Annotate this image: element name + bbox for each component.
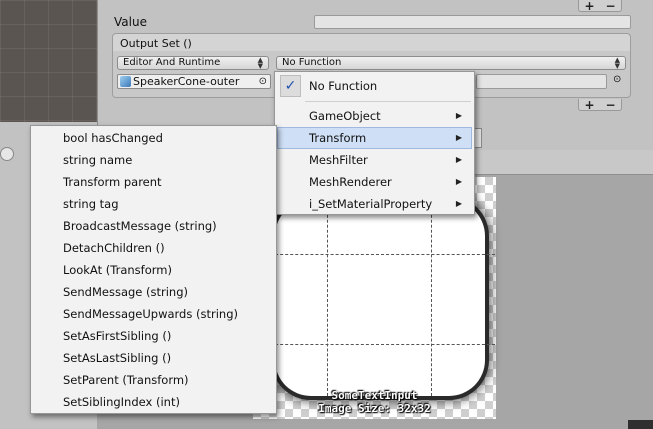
menu-item-label: i_SetMaterialProperty xyxy=(309,197,433,211)
submenu-arrow-icon: ▶ xyxy=(455,111,462,120)
menu-separator xyxy=(305,101,471,102)
scene-grid xyxy=(0,0,97,122)
menu-item-label: No Function xyxy=(309,79,378,93)
toolbar-button-edge[interactable] xyxy=(474,128,482,148)
argument-field[interactable] xyxy=(476,74,607,89)
object-picker-icon[interactable]: ⊙ xyxy=(259,76,267,87)
preview-toolbar xyxy=(475,150,653,175)
updown-arrow-icon: ▲ ▼ xyxy=(614,56,620,70)
menu-item-label: MeshFilter xyxy=(309,153,368,167)
mode-popup[interactable]: Editor And Runtime ▲ ▼ xyxy=(117,56,269,70)
menu-item-label: MeshRenderer xyxy=(309,175,392,189)
list-add-remove-bottom: + − xyxy=(578,98,622,112)
slice-guide xyxy=(431,200,432,396)
target-object-name: SpeakerCone-outer xyxy=(133,75,240,88)
menu-item-member[interactable]: bool hasChanged xyxy=(63,127,163,149)
function-popup-label: No Function xyxy=(282,57,342,68)
preview-image-size: Image Size: 32x32 xyxy=(318,402,431,415)
slice-guide xyxy=(327,200,328,396)
menu-item-member[interactable]: string name xyxy=(63,149,132,171)
menu-item-member[interactable]: Transform parent xyxy=(63,171,162,193)
transform-submenu: bool hasChanged string name Transform pa… xyxy=(30,125,277,414)
argument-picker-icon[interactable]: ⊙ xyxy=(613,74,621,85)
submenu-arrow-icon: ▶ xyxy=(455,155,462,164)
slice-guide xyxy=(265,254,495,255)
menu-item-transform[interactable]: Transform ▶ xyxy=(309,127,471,149)
output-set-title: Output Set () xyxy=(120,37,192,50)
value-label: Value xyxy=(114,15,147,29)
menu-item-member[interactable]: LookAt (Transform) xyxy=(63,259,172,281)
submenu-arrow-icon: ▶ xyxy=(455,199,462,208)
add-button[interactable]: + xyxy=(584,98,594,112)
submenu-arrow-icon: ▶ xyxy=(455,177,462,186)
menu-item-member[interactable]: string tag xyxy=(63,193,119,215)
remove-button[interactable]: − xyxy=(605,0,615,13)
menu-item-member[interactable]: SetAsLastSibling () xyxy=(63,347,171,369)
menu-item-member[interactable]: SetAsFirstSibling () xyxy=(63,325,171,347)
slice-guide xyxy=(265,344,495,345)
add-button[interactable]: + xyxy=(584,0,594,13)
cube-icon xyxy=(120,76,131,87)
menu-item-member[interactable]: DetachChildren () xyxy=(63,237,165,259)
menu-item-setmaterialproperty[interactable]: i_SetMaterialProperty ▶ xyxy=(309,193,471,215)
menu-item-member[interactable]: SetSiblingIndex (int) xyxy=(63,391,180,413)
menu-item-no-function[interactable]: No Function xyxy=(309,75,469,97)
menu-item-gameobject[interactable]: GameObject ▶ xyxy=(309,105,471,127)
menu-item-label: GameObject xyxy=(309,109,381,123)
menu-item-meshrenderer[interactable]: MeshRenderer ▶ xyxy=(309,171,471,193)
menu-item-member[interactable]: BroadcastMessage (string) xyxy=(63,215,217,237)
remove-button[interactable]: − xyxy=(605,98,615,112)
updown-arrow-icon: ▲ ▼ xyxy=(257,56,263,70)
menu-item-member[interactable]: SetParent (Transform) xyxy=(63,369,189,391)
preview-scrollbar[interactable] xyxy=(628,420,653,429)
menu-item-meshfilter[interactable]: MeshFilter ▶ xyxy=(309,149,471,171)
list-add-remove-top: + − xyxy=(578,0,622,13)
value-field[interactable] xyxy=(314,15,631,29)
menu-item-member[interactable]: SendMessage (string) xyxy=(63,281,188,303)
menu-item-member[interactable]: SendMessageUpwards (string) xyxy=(63,303,238,325)
menu-item-label: Transform xyxy=(309,131,367,145)
preview-image xyxy=(275,200,485,396)
target-object-field[interactable]: SpeakerCone-outer ⊙ xyxy=(117,74,271,89)
output-set-header: Output Set () xyxy=(112,33,631,52)
submenu-arrow-icon: ▶ xyxy=(455,133,462,142)
function-popup[interactable]: No Function ▲ ▼ xyxy=(276,56,626,70)
checkmark-icon: ✓ xyxy=(280,75,301,97)
mode-popup-label: Editor And Runtime xyxy=(123,57,221,68)
function-menu: ✓ No Function GameObject ▶ Transform ▶ M… xyxy=(274,71,475,215)
preview-image-name: SomeTextInput xyxy=(331,389,418,402)
search-field-edge[interactable] xyxy=(0,147,14,161)
